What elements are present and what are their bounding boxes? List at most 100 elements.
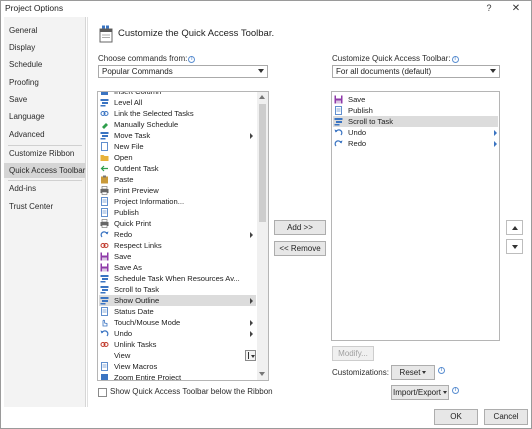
list-item[interactable]: Undo bbox=[333, 127, 498, 138]
list-item[interactable]: View bbox=[99, 350, 256, 361]
list-item-label: Scroll to Task bbox=[348, 117, 394, 126]
print-preview-icon bbox=[100, 186, 109, 195]
list-item[interactable]: Outdent Task bbox=[99, 163, 256, 174]
import-export-button[interactable]: Import/Export bbox=[391, 385, 449, 400]
list-item-label: Move Task bbox=[114, 131, 151, 140]
commands-list-scrollbar[interactable] bbox=[257, 92, 268, 380]
sidebar-item-trust-center[interactable]: Trust Center bbox=[4, 199, 86, 214]
list-item[interactable]: Schedule Task When Resources Av... bbox=[99, 273, 256, 284]
scroll-to-task-icon bbox=[100, 286, 109, 294]
redo-icon bbox=[100, 231, 109, 238]
list-item[interactable]: Scroll to Task bbox=[333, 116, 498, 127]
list-item[interactable]: Respect Links bbox=[99, 240, 256, 251]
options-sidebar: General Display Schedule Proofing Save L… bbox=[4, 17, 86, 407]
choose-commands-label: Choose commands from: i bbox=[98, 54, 196, 63]
list-item[interactable]: Zoom Entire Project bbox=[99, 372, 256, 380]
reset-button-label: Reset bbox=[399, 368, 421, 377]
outdent-icon bbox=[100, 165, 108, 172]
show-outline-icon bbox=[100, 297, 109, 305]
list-item[interactable]: Redo bbox=[99, 229, 256, 240]
list-item[interactable]: Project Information... bbox=[99, 196, 256, 207]
commands-list[interactable]: Insert Column Level All Link the Selected … bbox=[97, 91, 269, 381]
list-item-label: Publish bbox=[348, 106, 373, 115]
list-item[interactable]: Save bbox=[333, 94, 498, 105]
sidebar-item-add-ins[interactable]: Add-ins bbox=[4, 181, 86, 196]
list-item[interactable]: Show Outline bbox=[99, 295, 256, 306]
view-icon bbox=[100, 351, 109, 360]
sidebar-item-language[interactable]: Language bbox=[4, 109, 86, 124]
reset-button[interactable]: Reset bbox=[391, 365, 435, 380]
close-button[interactable]: ✕ bbox=[509, 1, 523, 15]
sidebar-item-general[interactable]: General bbox=[4, 23, 86, 38]
list-item[interactable]: Save As bbox=[99, 262, 256, 273]
help-button[interactable]: ? bbox=[482, 1, 496, 15]
ok-button[interactable]: OK bbox=[434, 409, 478, 425]
customizations-label: Customizations: bbox=[332, 368, 389, 377]
list-item-label: Publish bbox=[114, 208, 139, 217]
list-item-label: Unlink Tasks bbox=[114, 340, 157, 349]
list-item-label: Schedule Task When Resources Av... bbox=[114, 274, 240, 283]
list-item[interactable]: Manually Schedule bbox=[99, 119, 256, 130]
cancel-button[interactable]: Cancel bbox=[484, 409, 528, 425]
list-item[interactable]: Move Task bbox=[99, 130, 256, 141]
list-item-label: Outdent Task bbox=[114, 164, 159, 173]
new-file-icon bbox=[101, 142, 108, 151]
list-item[interactable]: Quick Print bbox=[99, 218, 256, 229]
info-icon: i bbox=[451, 56, 459, 63]
remove-button[interactable]: << Remove bbox=[274, 241, 326, 256]
sidebar-item-proofing[interactable]: Proofing bbox=[4, 75, 86, 90]
customize-toolbar-dropdown[interactable]: For all documents (default) bbox=[332, 65, 500, 78]
sidebar-item-advanced[interactable]: Advanced bbox=[4, 127, 86, 142]
list-item[interactable]: Print Preview bbox=[99, 185, 256, 196]
chevron-right-icon bbox=[250, 298, 253, 304]
modify-button[interactable]: Modify... bbox=[332, 346, 374, 361]
show-below-ribbon-checkbox[interactable] bbox=[98, 388, 107, 397]
list-item[interactable]: Undo bbox=[99, 328, 256, 339]
list-item[interactable]: Open bbox=[99, 152, 256, 163]
list-item[interactable]: Unlink Tasks bbox=[99, 339, 256, 350]
publish-icon bbox=[335, 106, 342, 115]
customize-toolbar-label: Customize Quick Access Toolbar: i bbox=[332, 54, 459, 63]
sidebar-item-quick-access-toolbar[interactable]: Quick Access Toolbar bbox=[4, 163, 86, 178]
list-item[interactable]: Status Date bbox=[99, 306, 256, 317]
list-item-label: Redo bbox=[348, 139, 367, 148]
chevron-right-icon bbox=[494, 130, 497, 136]
chevron-down-icon bbox=[422, 371, 427, 374]
scroll-down-icon[interactable] bbox=[259, 372, 265, 376]
list-item[interactable]: Publish bbox=[333, 105, 498, 116]
list-item[interactable]: Touch/Mouse Mode bbox=[99, 317, 256, 328]
list-item[interactable]: View Macros bbox=[99, 361, 256, 372]
move-up-button[interactable] bbox=[506, 220, 523, 235]
sidebar-item-display[interactable]: Display bbox=[4, 40, 86, 55]
sidebar-item-schedule[interactable]: Schedule bbox=[4, 57, 86, 72]
move-down-button[interactable] bbox=[506, 239, 523, 254]
list-item-label: Scroll to Task bbox=[114, 285, 160, 294]
add-button[interactable]: Add >> bbox=[274, 220, 326, 235]
chevron-right-icon bbox=[250, 232, 253, 238]
quick-access-toolbar-icon bbox=[99, 25, 113, 43]
dialog-title: Project Options bbox=[5, 3, 64, 13]
scroll-up-icon[interactable] bbox=[259, 95, 265, 99]
list-item[interactable]: Save bbox=[99, 251, 256, 262]
scrollbar-thumb[interactable] bbox=[259, 104, 266, 222]
list-item[interactable]: New File bbox=[99, 141, 256, 152]
chevron-right-icon bbox=[250, 133, 253, 139]
list-item-label: Redo bbox=[114, 230, 133, 239]
list-item[interactable]: Redo bbox=[333, 138, 498, 149]
list-item[interactable]: Paste bbox=[99, 174, 256, 185]
list-item[interactable]: Publish bbox=[99, 207, 256, 218]
undo-icon bbox=[100, 330, 109, 337]
sidebar-item-customize-ribbon[interactable]: Customize Ribbon bbox=[4, 146, 86, 161]
list-item-label: Quick Print bbox=[114, 219, 152, 228]
list-item[interactable]: Level All bbox=[99, 97, 256, 108]
toolbar-commands-list[interactable]: Save Publish Scroll to Task Undo Redo bbox=[331, 91, 500, 341]
list-item[interactable]: Link the Selected Tasks bbox=[99, 108, 256, 119]
list-item[interactable]: Scroll to Task bbox=[99, 284, 256, 295]
info-icon: i bbox=[188, 56, 196, 63]
list-item-label: Manually Schedule bbox=[114, 120, 179, 129]
choose-commands-dropdown[interactable]: Popular Commands bbox=[98, 65, 268, 78]
touch-mouse-icon bbox=[102, 319, 108, 327]
customize-toolbar-value: For all documents (default) bbox=[336, 67, 432, 76]
split-dropdown-icon[interactable] bbox=[245, 350, 256, 361]
sidebar-item-save[interactable]: Save bbox=[4, 92, 86, 107]
